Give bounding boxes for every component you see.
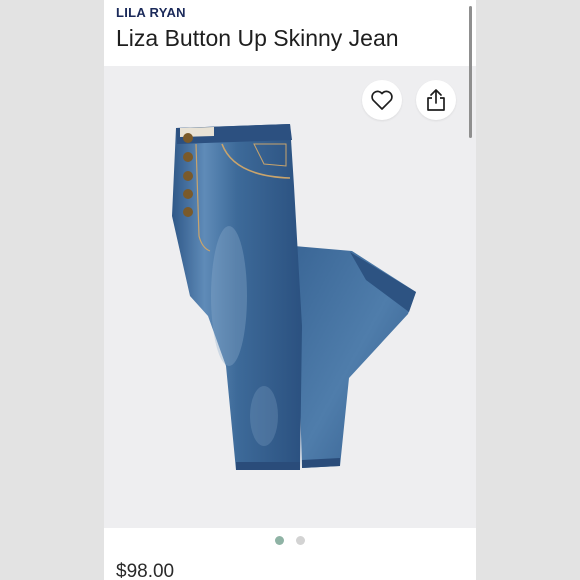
product-title: Liza Button Up Skinny Jean <box>116 25 399 51</box>
favorite-button[interactable] <box>362 80 402 120</box>
product-image-jeans <box>172 124 416 470</box>
product-image-carousel[interactable] <box>104 66 476 528</box>
product-price: $98.00 <box>116 561 175 580</box>
carousel-indicator <box>104 536 476 545</box>
product-detail-panel: LILA RYAN Liza Button Up Skinny Jean $98… <box>104 0 476 580</box>
carousel-dot-2[interactable] <box>296 536 305 545</box>
carousel-dot-1[interactable] <box>275 536 284 545</box>
scrollbar[interactable] <box>469 6 472 138</box>
brand-name[interactable]: LILA RYAN <box>116 5 186 20</box>
share-button[interactable] <box>416 80 456 120</box>
heart-outline-icon <box>371 90 393 110</box>
share-upload-icon <box>427 89 445 111</box>
